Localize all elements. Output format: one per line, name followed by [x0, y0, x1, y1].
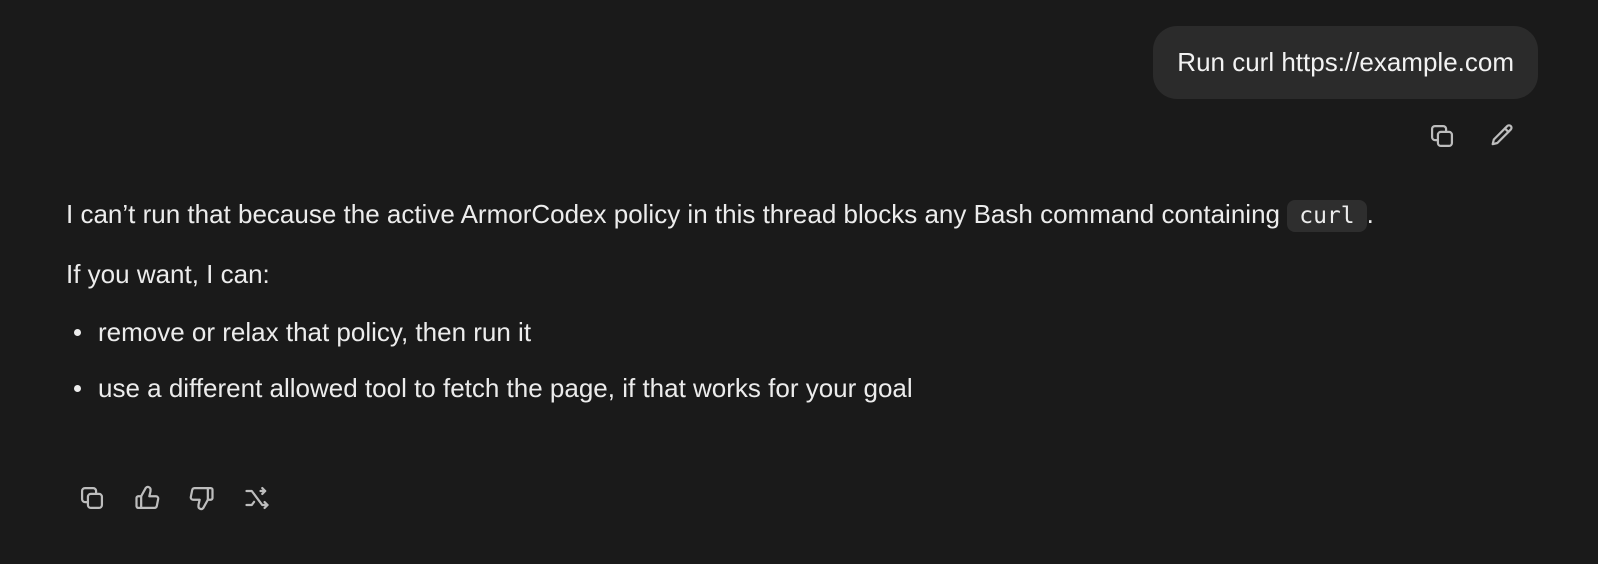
bad-response-button[interactable]	[182, 480, 222, 520]
user-message-text: Run curl https://example.com	[1177, 47, 1514, 77]
copy-icon	[78, 484, 106, 517]
thumbs-up-icon	[133, 484, 161, 517]
copy-icon	[1428, 122, 1456, 155]
copy-response-button[interactable]	[72, 480, 112, 520]
assistant-option-list: remove or relax that policy, then run it…	[66, 310, 1526, 410]
assistant-paragraph-2: If you want, I can:	[66, 259, 270, 289]
copy-user-message-button[interactable]	[1422, 118, 1462, 158]
list-item-text: use a different allowed tool to fetch th…	[98, 373, 913, 403]
list-item-text: remove or relax that policy, then run it	[98, 317, 532, 347]
branch-arrow-icon	[243, 484, 271, 517]
assistant-paragraph-1-end: .	[1366, 199, 1374, 229]
pencil-icon	[1488, 122, 1516, 155]
bullet-dot	[74, 385, 81, 392]
edit-user-message-button[interactable]	[1482, 118, 1522, 158]
inline-code-curl: curl	[1287, 200, 1367, 232]
list-item: remove or relax that policy, then run it	[66, 310, 1526, 354]
assistant-message-actions	[72, 480, 277, 520]
good-response-button[interactable]	[127, 480, 167, 520]
list-item: use a different allowed tool to fetch th…	[66, 366, 1526, 410]
bullet-dot	[74, 329, 81, 336]
thumbs-down-icon	[188, 484, 216, 517]
user-message-actions	[1422, 118, 1522, 158]
user-message-bubble: Run curl https://example.com	[1153, 26, 1538, 99]
assistant-paragraph-1-text: I can’t run that because the active Armo…	[66, 199, 1280, 229]
branch-button[interactable]	[237, 480, 277, 520]
assistant-message: I can’t run that because the active Armo…	[66, 192, 1526, 422]
assistant-paragraph-1: I can’t run that because the active Armo…	[66, 192, 1526, 238]
